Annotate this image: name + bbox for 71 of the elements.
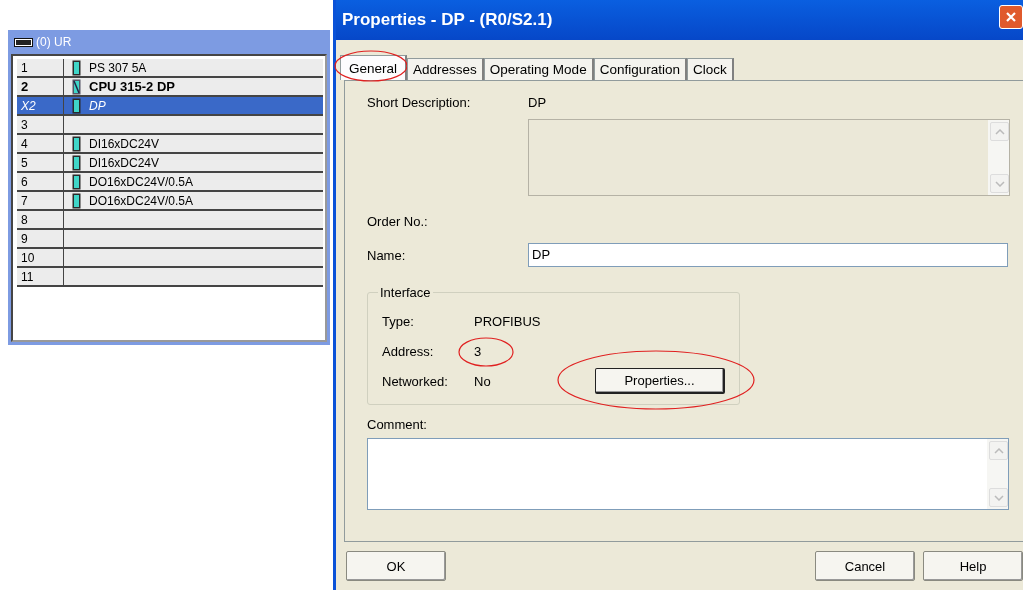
- tab[interactable]: General: [340, 55, 408, 80]
- rack-row[interactable]: 7 DO16xDC24V/0.5A: [17, 192, 323, 211]
- rack-icon: [14, 36, 34, 48]
- module-name: PS 307 5A: [89, 60, 147, 75]
- module-name: DO16xDC24V/0.5A: [89, 174, 194, 189]
- rack-row[interactable]: 5 DI16xDC24V: [17, 154, 323, 173]
- rack-row[interactable]: 8: [17, 211, 323, 230]
- rack-row[interactable]: X2 DP: [17, 97, 323, 116]
- module-name: DP: [89, 98, 106, 113]
- scroll-up-button[interactable]: [990, 122, 1009, 141]
- name-field[interactable]: DP: [528, 243, 1008, 267]
- slot-number: 4: [17, 135, 64, 152]
- module-icon: [72, 192, 81, 209]
- field-value: DP: [528, 95, 547, 110]
- slot-number: 1: [17, 59, 64, 76]
- slot-number: 11: [17, 268, 64, 285]
- slot-number: X2: [17, 97, 64, 114]
- dialog-button[interactable]: OK: [346, 551, 446, 581]
- module-icon: [72, 135, 81, 152]
- module-name: DO16xDC24V/0.5A: [89, 193, 194, 208]
- rack-row[interactable]: 6 DO16xDC24V/0.5A: [17, 173, 323, 192]
- close-icon: [1005, 11, 1017, 23]
- tab[interactable]: Operating Mode: [483, 58, 594, 80]
- field-value: PROFIBUS: [474, 313, 541, 329]
- module-icon: [72, 173, 81, 190]
- module-name: DI16xDC24V: [89, 136, 160, 151]
- tab[interactable]: Clock: [686, 58, 734, 80]
- comment-field[interactable]: [367, 438, 1009, 510]
- slot-number: 8: [17, 211, 64, 228]
- rack-row[interactable]: 10: [17, 249, 323, 268]
- field-label: Address:: [382, 343, 435, 359]
- tab[interactable]: Configuration: [593, 58, 687, 80]
- dialog-title: Properties - DP - (R0/S2.1): [342, 10, 553, 30]
- module-name: CPU 315-2 DP: [89, 79, 175, 94]
- field-label: Comment:: [367, 417, 427, 432]
- slot-number: 2: [17, 78, 64, 95]
- field-label: Order No.:: [367, 214, 429, 229]
- close-button[interactable]: [999, 5, 1023, 29]
- tab[interactable]: Addresses: [407, 58, 484, 80]
- group-title: Interface: [379, 285, 432, 300]
- slot-number: 5: [17, 154, 64, 171]
- module-icon: [72, 97, 81, 114]
- field-value: 3: [474, 343, 482, 359]
- slot-number: 9: [17, 230, 64, 247]
- rack-row[interactable]: 3: [17, 116, 323, 135]
- rack-row[interactable]: 2 CPU 315-2 DP: [17, 78, 323, 97]
- window-title: (0) UR: [36, 35, 72, 49]
- rack-row[interactable]: 11: [17, 268, 323, 287]
- rack-row[interactable]: 9: [17, 230, 323, 249]
- slot-number: 3: [17, 116, 64, 133]
- dialog-button[interactable]: Cancel: [815, 551, 915, 581]
- slot-number: 7: [17, 192, 64, 209]
- field-label: Networked:: [382, 373, 449, 389]
- slot-number: 6: [17, 173, 64, 190]
- scroll-up-button[interactable]: [989, 441, 1008, 460]
- rack-row[interactable]: 1 PS 307 5A: [17, 59, 323, 78]
- field-value: No: [474, 373, 491, 389]
- dialog-button[interactable]: Help: [923, 551, 1023, 581]
- scroll-down-button[interactable]: [990, 174, 1009, 193]
- field-label: Name:: [367, 247, 407, 263]
- rack-row[interactable]: 4 DI16xDC24V: [17, 135, 323, 154]
- highlight-ellipse: [458, 336, 514, 367]
- module-icon: [72, 59, 81, 76]
- properties-button[interactable]: Properties...: [595, 368, 725, 394]
- field-label: Short Description:: [367, 95, 472, 110]
- module-icon: [72, 78, 81, 95]
- module-icon: [72, 154, 81, 171]
- slot-number: 10: [17, 249, 64, 266]
- field-label: Type:: [382, 313, 415, 329]
- module-name: DI16xDC24V: [89, 155, 160, 170]
- scroll-down-button[interactable]: [989, 488, 1008, 507]
